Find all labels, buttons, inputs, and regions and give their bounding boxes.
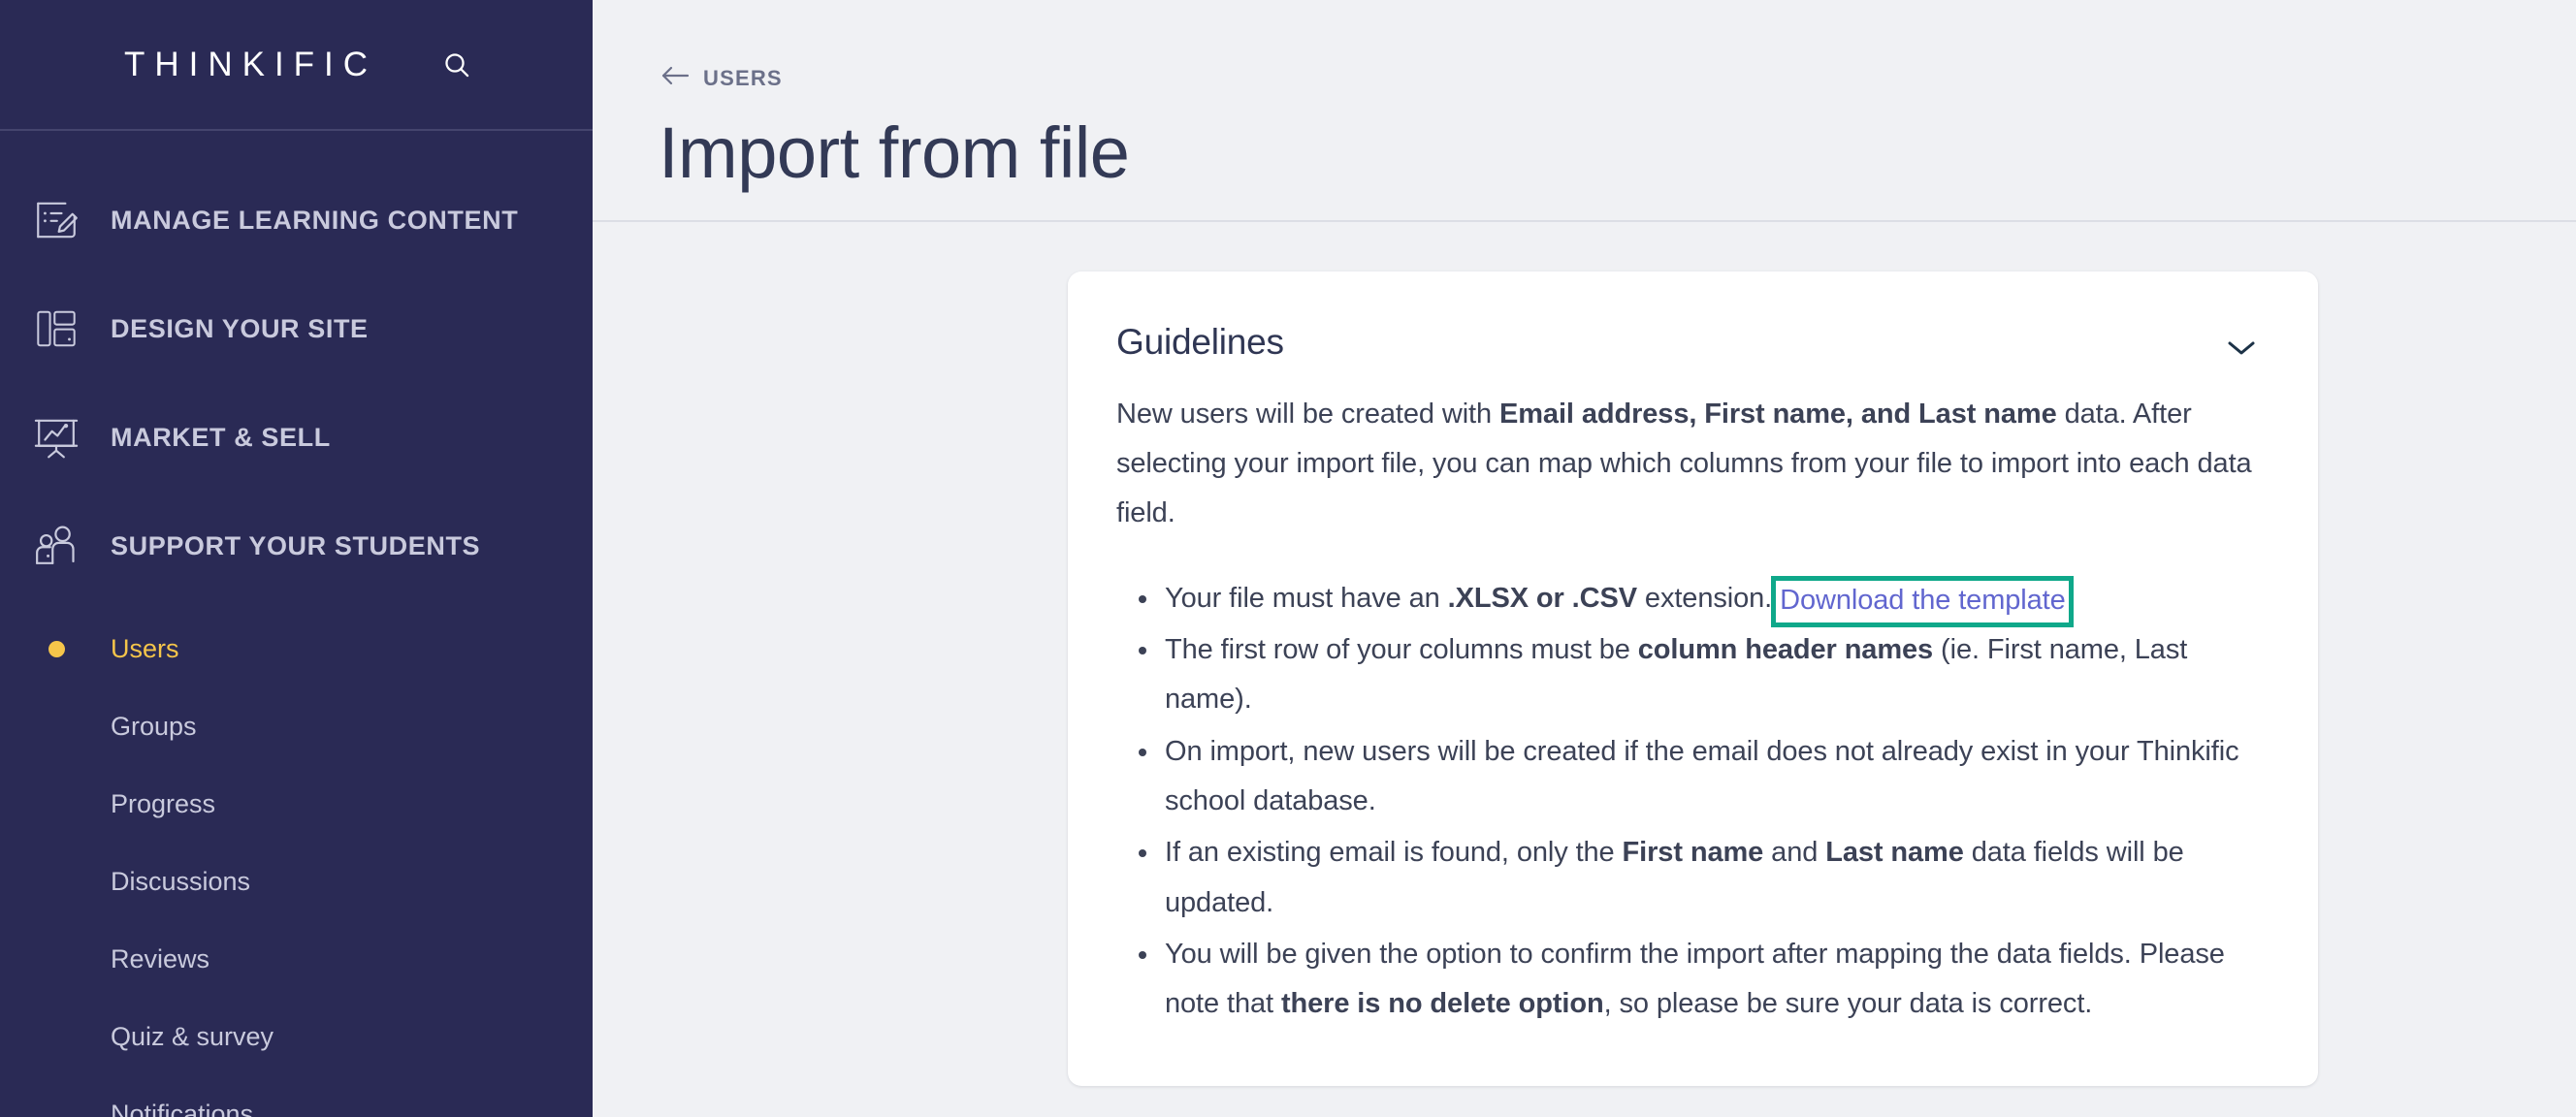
- sidebar-sections: MANAGE LEARNING CONTENT DESIGN YOUR SITE: [0, 131, 593, 1117]
- sidebar-item-manage-learning-content[interactable]: MANAGE LEARNING CONTENT: [0, 166, 593, 274]
- sidebar-subitem-label: Groups: [111, 711, 197, 741]
- sidebar-item-users[interactable]: Users: [0, 610, 593, 687]
- sidebar-subitem-label: Progress: [111, 788, 216, 818]
- download-template-link[interactable]: Download the template: [1780, 585, 2066, 616]
- sidebar-item-groups[interactable]: Groups: [0, 687, 593, 765]
- page-title: Import from file: [659, 112, 1130, 193]
- people-icon: [29, 519, 83, 573]
- sidebar-item-design-your-site[interactable]: DESIGN YOUR SITE: [0, 274, 593, 383]
- sidebar-header: THINKIFIC: [0, 0, 593, 131]
- breadcrumb-label: USERS: [703, 65, 783, 90]
- sidebar: THINKIFIC MANAGE LEARNING CONTENT DESIGN…: [0, 0, 593, 1117]
- brand-logo: THINKIFIC: [123, 45, 378, 83]
- guidelines-card-wrapper: Guidelines New users will be created wit…: [593, 222, 2576, 1086]
- sidebar-item-discussions[interactable]: Discussions: [0, 843, 593, 920]
- sidebar-item-progress[interactable]: Progress: [0, 765, 593, 843]
- arrow-left-icon: [659, 64, 692, 92]
- edit-document-icon: [29, 193, 83, 247]
- download-template-highlight: Download the template: [1771, 575, 2074, 627]
- g2-bold-1: column header names: [1637, 634, 1934, 665]
- sidebar-subitem-label: Notifications: [111, 1099, 254, 1117]
- active-dot-icon: [29, 640, 83, 657]
- guideline-item-3: On import, new users will be created if …: [1161, 727, 2262, 827]
- guideline-item-1: Your file must have an .XLSX or .CSV ext…: [1161, 574, 2262, 627]
- presentation-chart-icon: [29, 410, 83, 464]
- guidelines-card-header: Guidelines: [1116, 322, 2262, 368]
- guideline-item-5: You will be given the option to confirm …: [1161, 930, 2262, 1030]
- sidebar-section-label: DESIGN YOUR SITE: [111, 313, 369, 343]
- intro-text-1: New users will be created with: [1116, 398, 1499, 430]
- intro-bold-1: Email address, First name, and Last name: [1499, 398, 2057, 430]
- guideline-item-4: If an existing email is found, only the …: [1161, 828, 2262, 928]
- sidebar-subitem-label: Discussions: [111, 866, 251, 896]
- search-icon[interactable]: [435, 44, 478, 86]
- g4-text-2: and: [1763, 837, 1826, 869]
- breadcrumb[interactable]: USERS: [659, 64, 783, 92]
- guideline-item-2: The first row of your columns must be co…: [1161, 625, 2262, 725]
- g5-text-2: , so please be sure your data is correct…: [1603, 988, 2093, 1020]
- chevron-down-icon[interactable]: [2221, 328, 2262, 368]
- g1-text-1: Your file must have an: [1165, 582, 1448, 614]
- g4-bold-2: Last name: [1825, 837, 1964, 869]
- sidebar-subnav: Users Groups Progress Discussions Review…: [0, 600, 593, 1117]
- page-header: USERS Import from file: [593, 0, 2576, 191]
- sidebar-item-reviews[interactable]: Reviews: [0, 920, 593, 998]
- sidebar-section-label: MARKET & SELL: [111, 422, 331, 452]
- g2-text-1: The first row of your columns must be: [1165, 634, 1638, 665]
- sidebar-subitem-label: Reviews: [111, 943, 210, 973]
- g1-text-2: extension.: [1636, 582, 1773, 614]
- g4-bold-1: First name: [1622, 837, 1764, 869]
- g3-text-1: On import, new users will be created if …: [1165, 735, 2239, 816]
- sidebar-item-notifications[interactable]: Notifications: [0, 1075, 593, 1117]
- sidebar-item-quiz-and-survey[interactable]: Quiz & survey: [0, 998, 593, 1075]
- layout-panels-icon: [29, 302, 83, 356]
- main-content: USERS Import from file Guidelines New us…: [593, 0, 2576, 1117]
- sidebar-subitem-label: Quiz & survey: [111, 1021, 274, 1051]
- sidebar-item-market-and-sell[interactable]: MARKET & SELL: [0, 383, 593, 492]
- guidelines-intro: New users will be created with Email add…: [1116, 390, 2262, 539]
- sidebar-section-label: MANAGE LEARNING CONTENT: [111, 205, 519, 235]
- sidebar-subitem-label: Users: [111, 633, 179, 663]
- g4-text-1: If an existing email is found, only the: [1165, 837, 1623, 869]
- guidelines-list: Your file must have an .XLSX or .CSV ext…: [1116, 574, 2262, 1030]
- guidelines-title: Guidelines: [1116, 321, 1284, 362]
- g5-bold-1: there is no delete option: [1280, 988, 1604, 1020]
- g1-bold-1: .XLSX or .CSV: [1447, 582, 1637, 614]
- sidebar-item-support-your-students[interactable]: SUPPORT YOUR STUDENTS: [0, 492, 593, 600]
- sidebar-section-label: SUPPORT YOUR STUDENTS: [111, 530, 481, 560]
- guidelines-card: Guidelines New users will be created wit…: [1068, 271, 2318, 1086]
